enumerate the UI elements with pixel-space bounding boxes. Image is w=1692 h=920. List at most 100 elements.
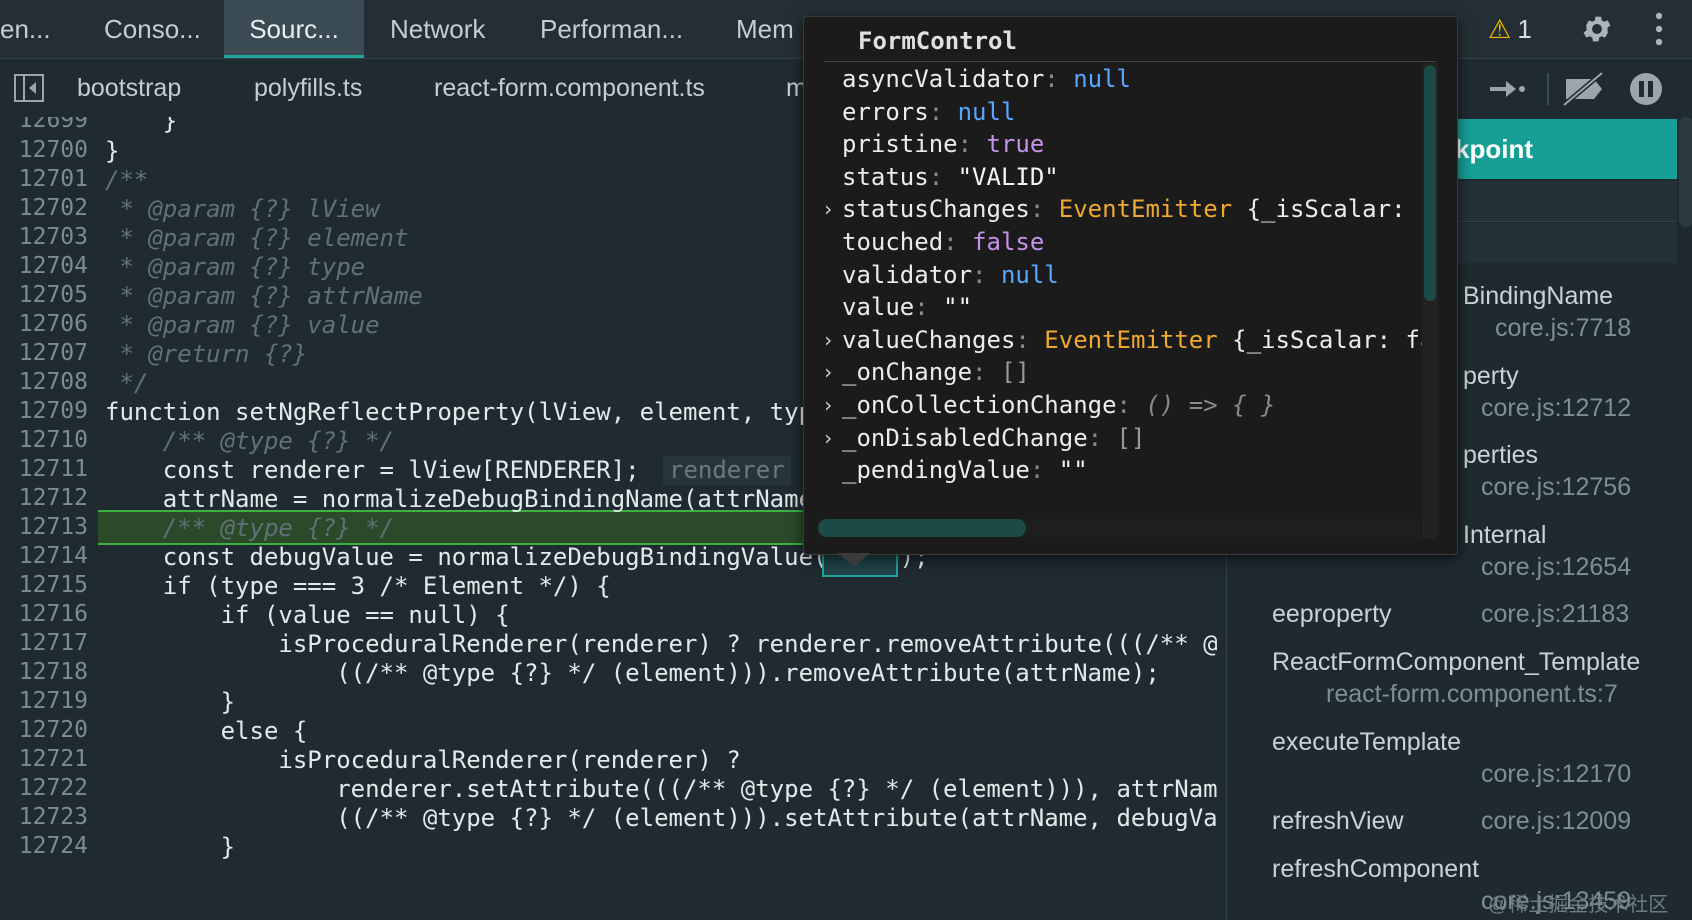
line-number[interactable]: 12699 (0, 117, 88, 133)
line-number[interactable]: 12713 (0, 514, 88, 540)
line-number[interactable]: 12704 (0, 253, 88, 279)
popover-vertical-scroll-thumb[interactable] (1424, 65, 1436, 301)
property-colon: : (914, 293, 944, 322)
settings-gear-icon[interactable] (1580, 12, 1614, 46)
tab-sources[interactable]: Sourc... (224, 0, 364, 58)
property-colon: : (972, 358, 1001, 387)
line-number[interactable]: 12706 (0, 311, 88, 337)
file-tab-polyfills[interactable]: polyfills.ts (254, 59, 362, 117)
property-key: pristine (842, 130, 958, 159)
line-number[interactable]: 12711 (0, 456, 88, 482)
property-colon: : (943, 228, 973, 256)
call-frame-name[interactable]: Internal (1463, 521, 1546, 550)
tab-elements[interactable]: en... (0, 0, 51, 58)
line-number[interactable]: 12703 (0, 224, 88, 250)
line-number[interactable]: 12718 (0, 659, 88, 685)
property-row[interactable]: statusChanges: EventEmitter {_isScalar: … (842, 195, 1434, 223)
line-number[interactable]: 12719 (0, 688, 88, 714)
property-row[interactable]: _onChange: [] (842, 358, 1030, 386)
tab-performance[interactable]: Performan... (540, 0, 683, 58)
call-frame-name[interactable]: executeTemplate (1272, 728, 1461, 757)
property-row[interactable]: _onDisabledChange: [] (842, 424, 1145, 452)
call-frame-location[interactable]: core.js:21183 (1481, 600, 1629, 629)
code-line: } (105, 833, 236, 861)
expand-chevron-icon[interactable]: › (822, 360, 834, 384)
code-line: if (type === 3 /* Element */) { (105, 572, 611, 600)
property-value: EventEmitter (1044, 325, 1218, 354)
property-value: [] (1116, 423, 1146, 452)
code-line: } (105, 117, 178, 135)
more-options-icon[interactable] (1654, 10, 1664, 48)
call-frame-name[interactable]: perties (1463, 441, 1538, 470)
expand-chevron-icon[interactable]: › (822, 197, 834, 221)
expand-chevron-icon[interactable]: › (822, 328, 834, 352)
expand-chevron-icon[interactable]: › (822, 393, 834, 417)
line-number[interactable]: 12702 (0, 195, 88, 221)
code-line: isProceduralRenderer(renderer) ? rendere… (105, 630, 1218, 658)
sidebar-scrollbar[interactable] (1679, 117, 1692, 227)
code-line: } (105, 137, 120, 165)
object-preview-popover[interactable]: FormControl asyncValidator: null errors: … (803, 16, 1458, 555)
code-line: * @param {?} lView (105, 195, 380, 223)
line-number[interactable]: 12705 (0, 282, 88, 308)
line-number[interactable]: 12707 (0, 340, 88, 366)
tab-network[interactable]: Network (390, 0, 485, 58)
call-frame-name[interactable]: ReactFormComponent_Template (1272, 648, 1640, 677)
property-row[interactable]: _onCollectionChange: () => { } (842, 391, 1276, 419)
line-number[interactable]: 12708 (0, 369, 88, 395)
call-frame-location[interactable]: core.js:12712 (1481, 394, 1631, 423)
code-line-function: function setNgReflectProperty(lView, ele… (105, 398, 814, 426)
warnings-counter[interactable]: ⚠ 1 (1488, 0, 1532, 58)
property-colon: : (972, 260, 1001, 289)
file-tab-bootstrap[interactable]: bootstrap (77, 59, 181, 117)
popover-horizontal-scroll-thumb[interactable] (818, 519, 1026, 537)
code-line: if (value == null) { (105, 601, 510, 629)
call-frame-name[interactable]: refreshView (1272, 807, 1404, 836)
line-number[interactable]: 12714 (0, 543, 88, 569)
line-number[interactable]: 12701 (0, 166, 88, 192)
property-value: true (986, 130, 1045, 159)
call-frame-location[interactable]: core.js:7718 (1495, 314, 1631, 343)
line-number[interactable]: 12717 (0, 630, 88, 656)
call-frame-name[interactable]: BindingName (1463, 282, 1613, 311)
line-number-gutter[interactable]: 12699 12700 12701 12702 12703 12704 1270… (0, 117, 96, 920)
banner-text: kpoint (1455, 134, 1533, 164)
property-key: status (842, 162, 929, 191)
deactivate-breakpoints-icon[interactable] (1562, 71, 1604, 107)
line-number[interactable]: 12700 (0, 137, 88, 163)
pause-on-exceptions-icon[interactable] (1630, 73, 1662, 105)
line-number[interactable]: 12724 (0, 833, 88, 859)
property-row[interactable]: valueChanges: EventEmitter {_isScalar: f… (842, 326, 1434, 354)
step-icon[interactable] (1490, 81, 1525, 97)
line-number[interactable]: 12715 (0, 572, 88, 598)
call-frame-location[interactable]: core.js:12654 (1481, 553, 1631, 582)
expand-chevron-icon[interactable]: › (822, 426, 834, 450)
toggle-navigator-icon[interactable] (14, 74, 44, 102)
line-number[interactable]: 12720 (0, 717, 88, 743)
call-frame-name[interactable]: perty (1463, 362, 1519, 391)
inline-value-hint: renderer (663, 456, 791, 485)
code-line: * @param {?} type (105, 253, 366, 281)
line-number[interactable]: 12723 (0, 804, 88, 830)
line-number[interactable]: 12722 (0, 775, 88, 801)
property-preview: {_isScalar: f (1232, 195, 1435, 224)
tab-memory[interactable]: Mem (736, 0, 794, 58)
line-number[interactable]: 12709 (0, 398, 88, 424)
tab-console[interactable]: Conso... (104, 0, 201, 58)
line-number[interactable]: 12716 (0, 601, 88, 627)
file-tab-react-form-component[interactable]: react-form.component.ts (434, 59, 705, 117)
call-frame-location[interactable]: react-form.component.ts:7 (1326, 680, 1618, 709)
code-line: renderer.setAttribute(((/** @type {?} */… (105, 775, 1218, 803)
property-key: _onCollectionChange (842, 391, 1117, 419)
call-frame-name[interactable]: eeproperty (1272, 600, 1392, 629)
call-frame-location[interactable]: core.js:12170 (1481, 760, 1631, 789)
property-value: null (1000, 260, 1059, 289)
line-number[interactable]: 12721 (0, 746, 88, 772)
line-number[interactable]: 12710 (0, 427, 88, 453)
call-frame-location[interactable]: core.js:12756 (1481, 473, 1631, 502)
call-frame-name[interactable]: refreshComponent (1272, 855, 1479, 884)
line-number-breakpoint[interactable]: 12712 (0, 485, 88, 511)
call-frame-location[interactable]: core.js:12009 (1481, 807, 1631, 836)
property-value: EventEmitter (1058, 195, 1233, 224)
property-colon: : (1015, 325, 1045, 354)
